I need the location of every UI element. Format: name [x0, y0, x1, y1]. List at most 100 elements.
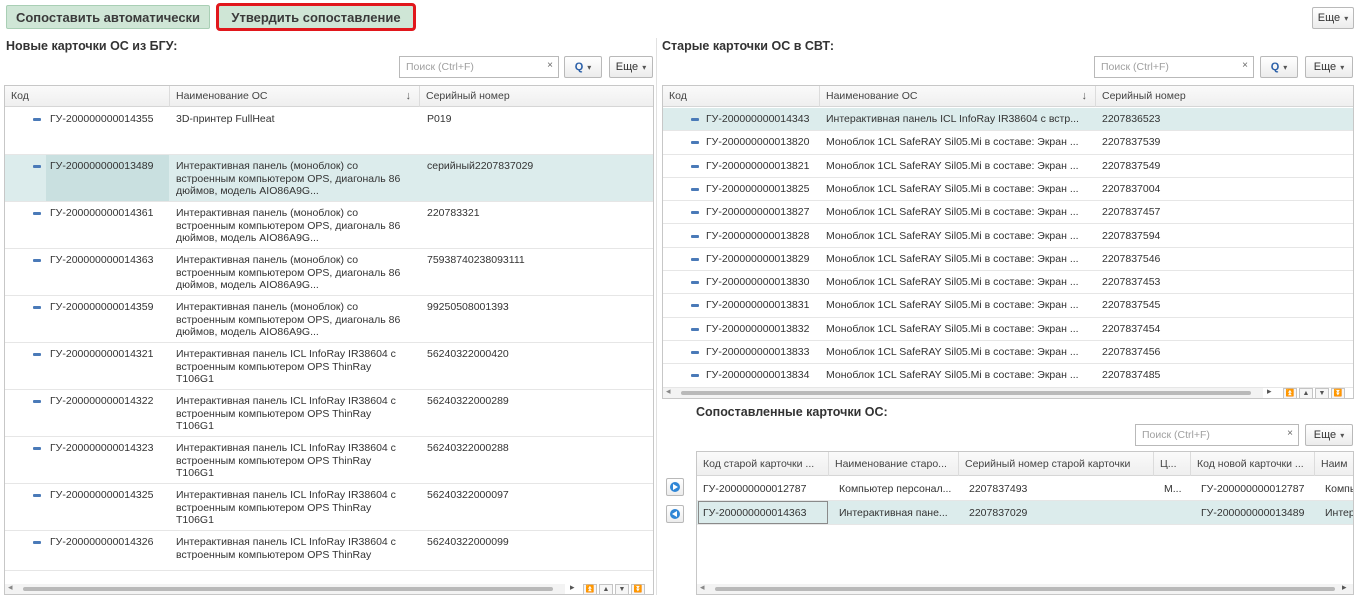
table-row[interactable]: ГУ-200000000014355 3D-принтер FullHeat P01… — [5, 108, 653, 155]
scroll-left-icon[interactable]: ◂ — [700, 582, 705, 593]
table-row[interactable]: ГУ-200000000014326 Интерактивная панель I… — [5, 531, 653, 571]
confirm-match-button[interactable]: Утвердить сопоставление — [216, 3, 416, 31]
column-header-name[interactable]: Наименование ОС ↓ — [170, 86, 420, 107]
row-marker-icon — [33, 494, 41, 497]
move-right-button[interactable] — [666, 478, 684, 496]
column-header-code[interactable]: Код — [663, 86, 820, 107]
cell-name: Моноблок 1CL SafeRAY Sil05.Mi в составе:… — [826, 252, 1079, 265]
right-search-field[interactable]: × — [1094, 56, 1254, 78]
cell-name: Интерактивная панель (моноблок) со встро… — [176, 301, 401, 338]
table-row[interactable]: ГУ-200000000013828 Моноблок 1CL SafeRAY S… — [663, 225, 1353, 248]
table-row[interactable]: ГУ-200000000014343 Интерактивная панель I… — [663, 108, 1353, 132]
table-row[interactable]: ГУ-200000000014325 Интерактивная панель I… — [5, 484, 653, 531]
right-more-button[interactable]: Еще ▾ — [1305, 56, 1353, 78]
column-header-old-name[interactable]: Наименование старо... — [829, 452, 959, 476]
scroll-thumb[interactable] — [681, 391, 1251, 395]
column-header-old-code[interactable]: Код старой карточки ... — [697, 452, 829, 476]
left-more-button[interactable]: Еще ▾ — [609, 56, 653, 78]
right-horizontal-scrollbar[interactable]: ◂ ▸ — [663, 386, 1272, 398]
cell-serial: 75938740238093111 — [427, 254, 525, 266]
first-icon[interactable]: ⏫ — [1283, 388, 1297, 398]
chevron-down-icon: ▾ — [1340, 62, 1345, 72]
table-row[interactable]: ГУ-200000000013833 Моноблок 1CL SafeRAY S… — [663, 341, 1353, 365]
row-marker-icon — [691, 211, 699, 215]
matched-more-button[interactable]: Еще ▾ — [1305, 424, 1353, 446]
table-row[interactable]: ГУ-200000000014359 Интерактивная панель (… — [5, 296, 653, 343]
table-row[interactable]: ГУ-200000000013832 Моноблок 1CL SafeRAY S… — [663, 318, 1353, 341]
panel-splitter[interactable] — [656, 38, 657, 595]
last-icon[interactable]: ⏬ — [1331, 388, 1345, 398]
left-search-button[interactable]: Q ▾ — [564, 56, 602, 78]
table-row[interactable]: ГУ-200000000012787 Компьютер персонал... 2… — [697, 477, 1353, 501]
scroll-right-icon[interactable]: ▸ — [1342, 582, 1347, 593]
matched-horizontal-scrollbar[interactable]: ◂ ▸ — [697, 582, 1353, 594]
up-icon[interactable]: ▲ — [599, 584, 613, 594]
table-row[interactable]: ГУ-200000000014323 Интерактивная панель I… — [5, 437, 653, 484]
table-row[interactable]: ГУ-200000000013489 Интерактивная панель (… — [5, 155, 653, 202]
cell-serial: 2207837545 — [1102, 299, 1161, 312]
column-header-c[interactable]: Ц... — [1154, 452, 1191, 476]
column-header-code[interactable]: Код — [5, 86, 170, 107]
column-header-old-serial[interactable]: Серийный номер старой карточки — [959, 452, 1154, 476]
table-row[interactable]: ГУ-200000000013834 Моноблок 1CL SafeRAY S… — [663, 364, 1353, 388]
up-icon[interactable]: ▲ — [1299, 388, 1313, 398]
table-row[interactable]: ГУ-200000000014363 Интерактивная панель (… — [5, 249, 653, 296]
table-row[interactable]: ГУ-200000000013821 Моноблок 1CL SafeRAY S… — [663, 155, 1353, 178]
cell-code: ГУ-200000000013820 — [706, 136, 810, 149]
table-row[interactable]: ГУ-200000000013831 Моноблок 1CL SafeRAY S… — [663, 294, 1353, 318]
matched-search-field[interactable]: × — [1135, 424, 1299, 446]
left-search-field[interactable]: × — [399, 56, 559, 78]
table-row[interactable]: ГУ-200000000014361 Интерактивная панель (… — [5, 202, 653, 249]
down-icon[interactable]: ▼ — [615, 584, 629, 594]
table-row[interactable]: ГУ-200000000013829 Моноблок 1CL SafeRAY S… — [663, 248, 1353, 272]
scroll-thumb[interactable] — [23, 587, 553, 591]
column-header-new-name[interactable]: Наим — [1315, 452, 1353, 476]
scroll-right-icon[interactable]: ▸ — [1267, 386, 1272, 397]
down-icon[interactable]: ▼ — [1315, 388, 1329, 398]
clear-icon[interactable]: × — [1242, 60, 1248, 71]
cell-name: Интерактивная панель (моноблок) со встро… — [176, 254, 401, 291]
matched-cards-table[interactable]: Код старой карточки ... Наименование ста… — [696, 451, 1354, 595]
table-row[interactable]: ГУ-200000000013820 Моноблок 1CL SafeRAY S… — [663, 131, 1353, 155]
cell-new-name: Интер — [1325, 507, 1354, 519]
right-search-button[interactable]: Q ▾ — [1260, 56, 1298, 78]
column-header-serial[interactable]: Серийный номер — [420, 86, 653, 107]
cell-code: ГУ-200000000013828 — [706, 229, 810, 242]
column-header-serial[interactable]: Серийный номер — [1096, 86, 1353, 107]
old-cards-table[interactable]: Код Наименование ОС ↓ Серийный номер ГУ-… — [662, 85, 1354, 399]
right-search-input[interactable] — [1099, 60, 1249, 74]
clear-icon[interactable]: × — [547, 60, 553, 71]
table-row[interactable]: ГУ-200000000014321 Интерактивная панель I… — [5, 343, 653, 390]
table-row[interactable]: ГУ-200000000013825 Моноблок 1CL SafeRAY S… — [663, 178, 1353, 202]
table-row[interactable]: ГУ-200000000014363 Интерактивная пане... 2… — [697, 501, 1353, 525]
column-header-new-code[interactable]: Код новой карточки ... — [1191, 452, 1315, 476]
row-marker-icon — [33, 212, 41, 215]
left-search-input[interactable] — [404, 60, 554, 74]
cell-code: ГУ-200000000014355 — [50, 113, 154, 125]
clear-icon[interactable]: × — [1287, 428, 1293, 439]
table-row[interactable]: ГУ-200000000013830 Моноблок 1CL SafeRAY S… — [663, 271, 1353, 295]
scroll-left-icon[interactable]: ◂ — [8, 582, 13, 593]
table-header: Код Наименование ОС ↓ Серийный номер — [663, 86, 1353, 107]
cell-serial: 56240322000420 — [427, 348, 509, 360]
last-icon[interactable]: ⏬ — [631, 584, 645, 594]
first-icon[interactable]: ⏫ — [583, 584, 597, 594]
more-button-top[interactable]: Еще ▾ — [1312, 7, 1354, 29]
new-cards-table[interactable]: Код Наименование ОС ↓ Серийный номер ГУ-… — [4, 85, 654, 595]
row-marker-icon — [33, 400, 41, 403]
table-row[interactable]: ГУ-200000000013827 Моноблок 1CL SafeRAY S… — [663, 201, 1353, 225]
move-left-button[interactable] — [666, 505, 684, 523]
cell-code: ГУ-200000000014359 — [50, 301, 154, 313]
auto-match-label: Сопоставить автоматически — [15, 9, 201, 25]
chevron-down-icon: ▾ — [1344, 13, 1349, 23]
left-horizontal-scrollbar[interactable]: ◂ ▸ — [5, 582, 575, 594]
scroll-left-icon[interactable]: ◂ — [666, 386, 671, 397]
column-header-name[interactable]: Наименование ОС ↓ — [820, 86, 1096, 107]
auto-match-button[interactable]: Сопоставить автоматически — [6, 5, 210, 29]
matched-search-input[interactable] — [1140, 428, 1294, 442]
scroll-right-icon[interactable]: ▸ — [570, 582, 575, 593]
cell-name: Моноблок 1CL SafeRAY Sil05.Mi в составе:… — [826, 182, 1079, 195]
scroll-thumb[interactable] — [715, 587, 1335, 591]
cell-c: М... — [1164, 483, 1182, 495]
table-row[interactable]: ГУ-200000000014322 Интерактивная панель I… — [5, 390, 653, 437]
